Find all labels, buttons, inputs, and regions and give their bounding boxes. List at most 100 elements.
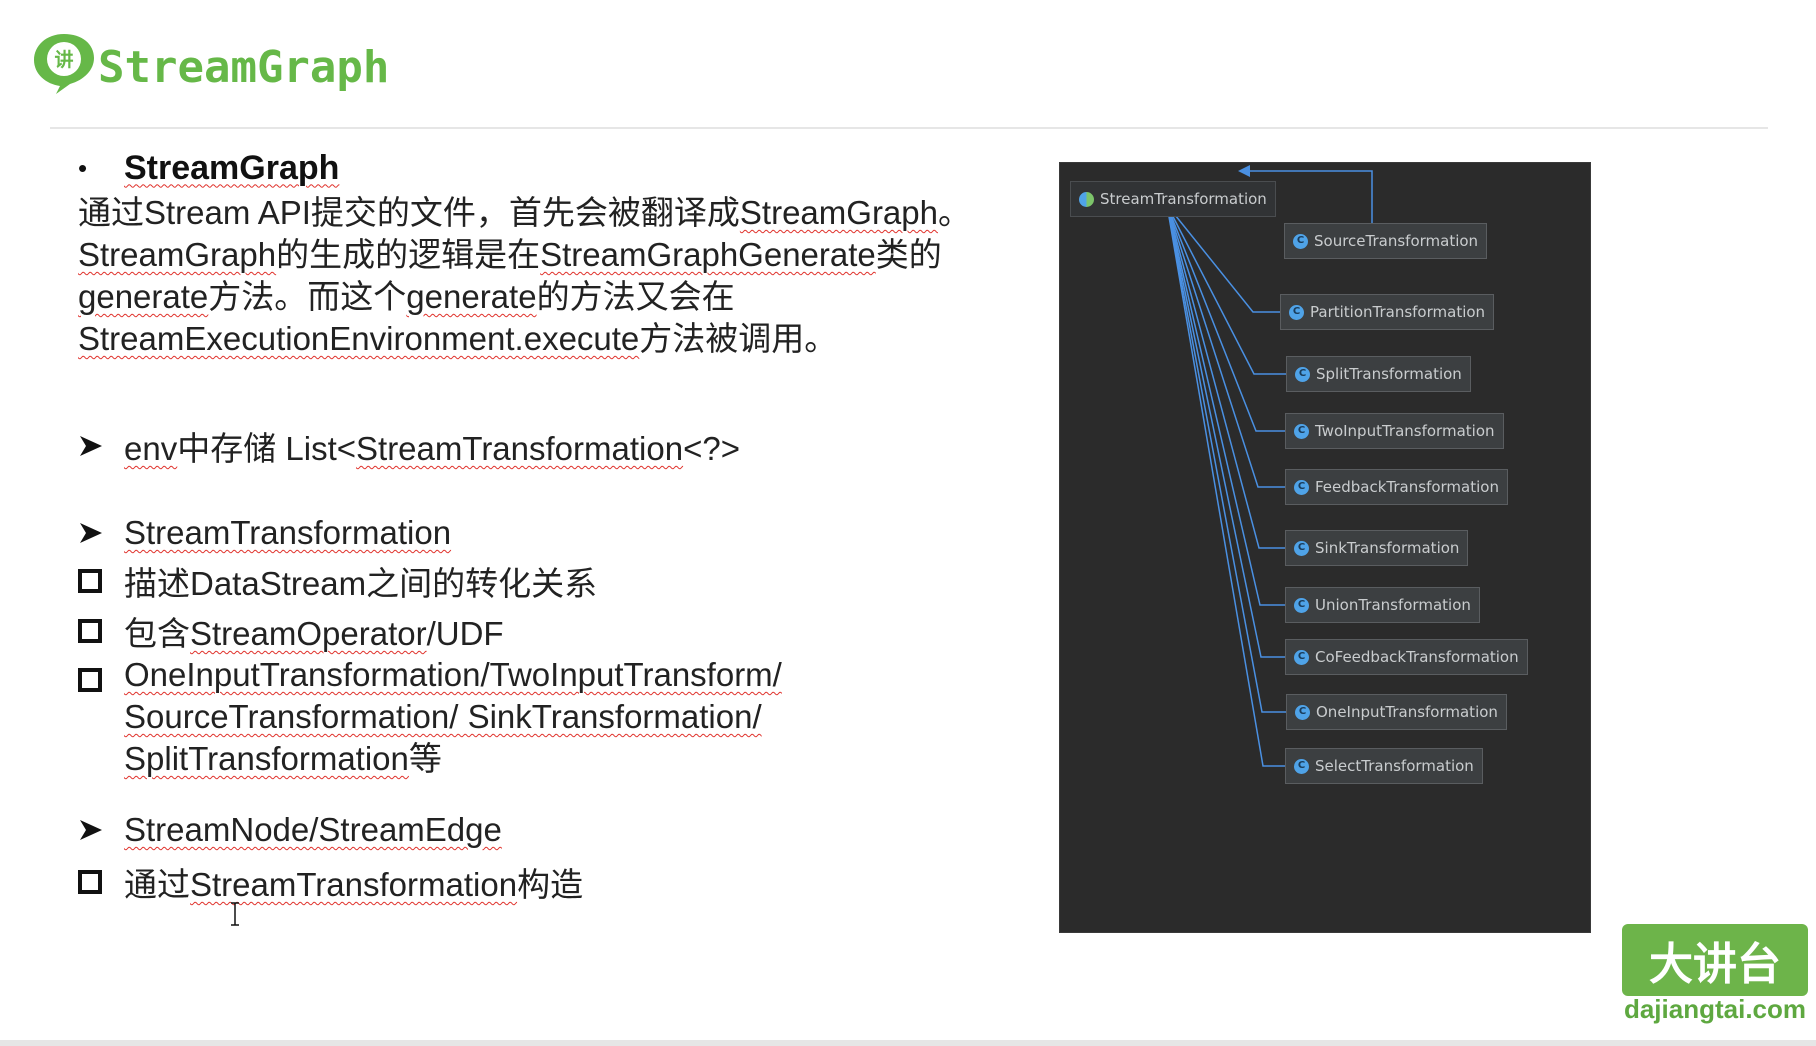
- subclass-node[interactable]: C SplitTransformation: [1286, 356, 1471, 392]
- square-bullet-icon: [78, 619, 102, 643]
- class-icon: C: [1295, 366, 1310, 382]
- class-icon: C: [1294, 649, 1309, 665]
- text-run: generate: [406, 278, 537, 315]
- watermark-badge: 大讲台: [1622, 924, 1808, 996]
- subclass-label: OneInputTransformation: [1316, 703, 1498, 721]
- subclass-label: CoFeedbackTransformation: [1315, 648, 1519, 666]
- watermark-url: dajiangtai.com: [1623, 994, 1807, 1024]
- list-item: 包含StreamOperator/UDF: [78, 609, 504, 653]
- subclass-node[interactable]: C PartitionTransformation: [1280, 294, 1495, 330]
- transformation-heading: StreamTransformation: [124, 514, 452, 551]
- text-run: StreamGraph: [78, 236, 277, 273]
- subclass-label: FeedbackTransformation: [1315, 478, 1499, 496]
- arrow-bullet-icon: [78, 433, 104, 459]
- main-heading: StreamGraph: [124, 148, 340, 187]
- node-heading-row: StreamNode/StreamEdge: [78, 808, 502, 852]
- subclass-label: SplitTransformation: [1316, 365, 1462, 383]
- text-run: SourceTransformation/ SinkTransformation…: [124, 698, 762, 735]
- text-run: 。: [938, 194, 971, 231]
- watermark: 大讲台 dajiangtai.com: [1622, 924, 1808, 1024]
- text-run: StreamGraphGenerate: [540, 236, 876, 273]
- class-icon: C: [1295, 704, 1310, 720]
- text-run: 方法。而这个: [208, 278, 407, 315]
- class-icon: C: [1294, 597, 1309, 613]
- subclass-label: TwoInputTransformation: [1315, 422, 1495, 440]
- text-run: 构造: [517, 866, 584, 903]
- slide: 讲 StreamGraph • StreamGraph 通过Stream API…: [0, 0, 1816, 1046]
- text-run: 中存储 List<: [177, 430, 357, 467]
- paragraph-line: 通过Stream API提交的文件，首先会被翻译成StreamGraph。: [78, 192, 1038, 234]
- node-heading: StreamNode/StreamEdge: [124, 811, 502, 848]
- list-item-text: 包含StreamOperator/UDF: [124, 607, 504, 655]
- class-icon: C: [1293, 233, 1308, 249]
- subclass-node[interactable]: C OneInputTransformation: [1286, 694, 1507, 730]
- subclass-node[interactable]: C FeedbackTransformation: [1285, 469, 1508, 505]
- list-item-multiline-text: OneInputTransformation/TwoInputTransform…: [124, 654, 782, 780]
- inheritance-arrowhead: [1238, 165, 1250, 177]
- class-icon: C: [1294, 479, 1309, 495]
- root-class-node[interactable]: StreamTransformation: [1070, 181, 1276, 217]
- env-line-text: env中存储 List<StreamTransformation<?>: [124, 422, 740, 470]
- square-bullet-icon: [78, 870, 102, 894]
- text-run: StreamOperator: [190, 615, 427, 652]
- class-icon: C: [1294, 758, 1309, 774]
- env-line: env中存储 List<StreamTransformation<?>: [78, 424, 740, 468]
- speech-bubble-logo-icon: 讲: [34, 34, 94, 94]
- text-run: 描述DataStream之间的转化关系: [124, 565, 598, 602]
- logo-glyph: 讲: [54, 48, 73, 71]
- subclass-label: SourceTransformation: [1314, 232, 1479, 250]
- subclass-node[interactable]: C CoFeedbackTransformation: [1285, 639, 1528, 675]
- intro-paragraph: 通过Stream API提交的文件，首先会被翻译成StreamGraph。 Str…: [78, 192, 1038, 360]
- bullet-dot-icon: •: [78, 152, 88, 183]
- root-class-label: StreamTransformation: [1100, 190, 1267, 208]
- subclass-label: SelectTransformation: [1315, 757, 1474, 775]
- list-item-multiline-bullet: [78, 658, 124, 702]
- header-divider: [50, 127, 1768, 129]
- text-run: OneInputTransformation/TwoInputTransform…: [124, 656, 782, 693]
- text-run: 通过Stream API提交的文件，首先会被翻译成: [78, 194, 740, 231]
- text-run: StreamExecutionEnvironment.execute: [78, 320, 640, 357]
- subclass-label: PartitionTransformation: [1310, 303, 1486, 321]
- text-run: 的生成的逻辑是在: [276, 236, 541, 273]
- arrow-bullet-icon: [78, 817, 104, 843]
- text-run: SplitTransformation: [124, 740, 409, 777]
- text-run: /UDF: [426, 615, 504, 652]
- class-icon: C: [1294, 423, 1309, 439]
- multiline-item-line: SplitTransformation等: [124, 738, 782, 780]
- text-run: 方法被调用。: [639, 320, 838, 357]
- multiline-item-line: SourceTransformation/ SinkTransformation…: [124, 696, 782, 738]
- subclass-node[interactable]: C SelectTransformation: [1285, 748, 1483, 784]
- multiline-item-line: OneInputTransformation/TwoInputTransform…: [124, 654, 782, 696]
- text-run: StreamTransformation: [356, 430, 684, 467]
- text-run: 类的: [875, 236, 942, 273]
- text-cursor-icon: [231, 902, 239, 926]
- inheritance-line: [1166, 204, 1285, 549]
- arrow-bullet-icon: [78, 520, 104, 546]
- subclass-label: SinkTransformation: [1315, 539, 1460, 557]
- text-run: StreamGraph: [739, 194, 938, 231]
- paragraph-line: StreamGraph的生成的逻辑是在StreamGraphGenerate类的: [78, 234, 1038, 276]
- text-run: StreamTransformation: [190, 866, 518, 903]
- square-bullet-icon: [78, 668, 102, 692]
- text-run: 的方法又会在: [536, 278, 735, 315]
- text-run: <?>: [683, 430, 740, 467]
- paragraph-line: StreamExecutionEnvironment.execute方法被调用。: [78, 318, 1038, 360]
- transformation-heading-row: StreamTransformation: [78, 511, 451, 555]
- subclass-node[interactable]: C SourceTransformation: [1284, 223, 1488, 259]
- text-run: env: [124, 430, 178, 467]
- subclass-label: UnionTransformation: [1315, 596, 1471, 614]
- list-item: 描述DataStream之间的转化关系: [78, 559, 597, 603]
- subclass-node[interactable]: C TwoInputTransformation: [1285, 413, 1504, 449]
- square-bullet-icon: [78, 569, 102, 593]
- bottom-divider: [0, 1040, 1816, 1046]
- list-item-text: 描述DataStream之间的转化关系: [124, 557, 597, 605]
- text-run: 包含: [124, 615, 190, 652]
- inheritance-line: [1166, 204, 1285, 606]
- slide-title: StreamGraph: [98, 42, 390, 93]
- subclass-node[interactable]: C SinkTransformation: [1285, 530, 1469, 566]
- class-hierarchy-diagram: StreamTransformation C SourceTransformati…: [1059, 162, 1591, 933]
- class-icon: C: [1289, 304, 1304, 320]
- subclass-node[interactable]: C UnionTransformation: [1285, 587, 1480, 623]
- text-run: generate: [78, 278, 209, 315]
- list-item: 通过StreamTransformation构造: [78, 860, 583, 904]
